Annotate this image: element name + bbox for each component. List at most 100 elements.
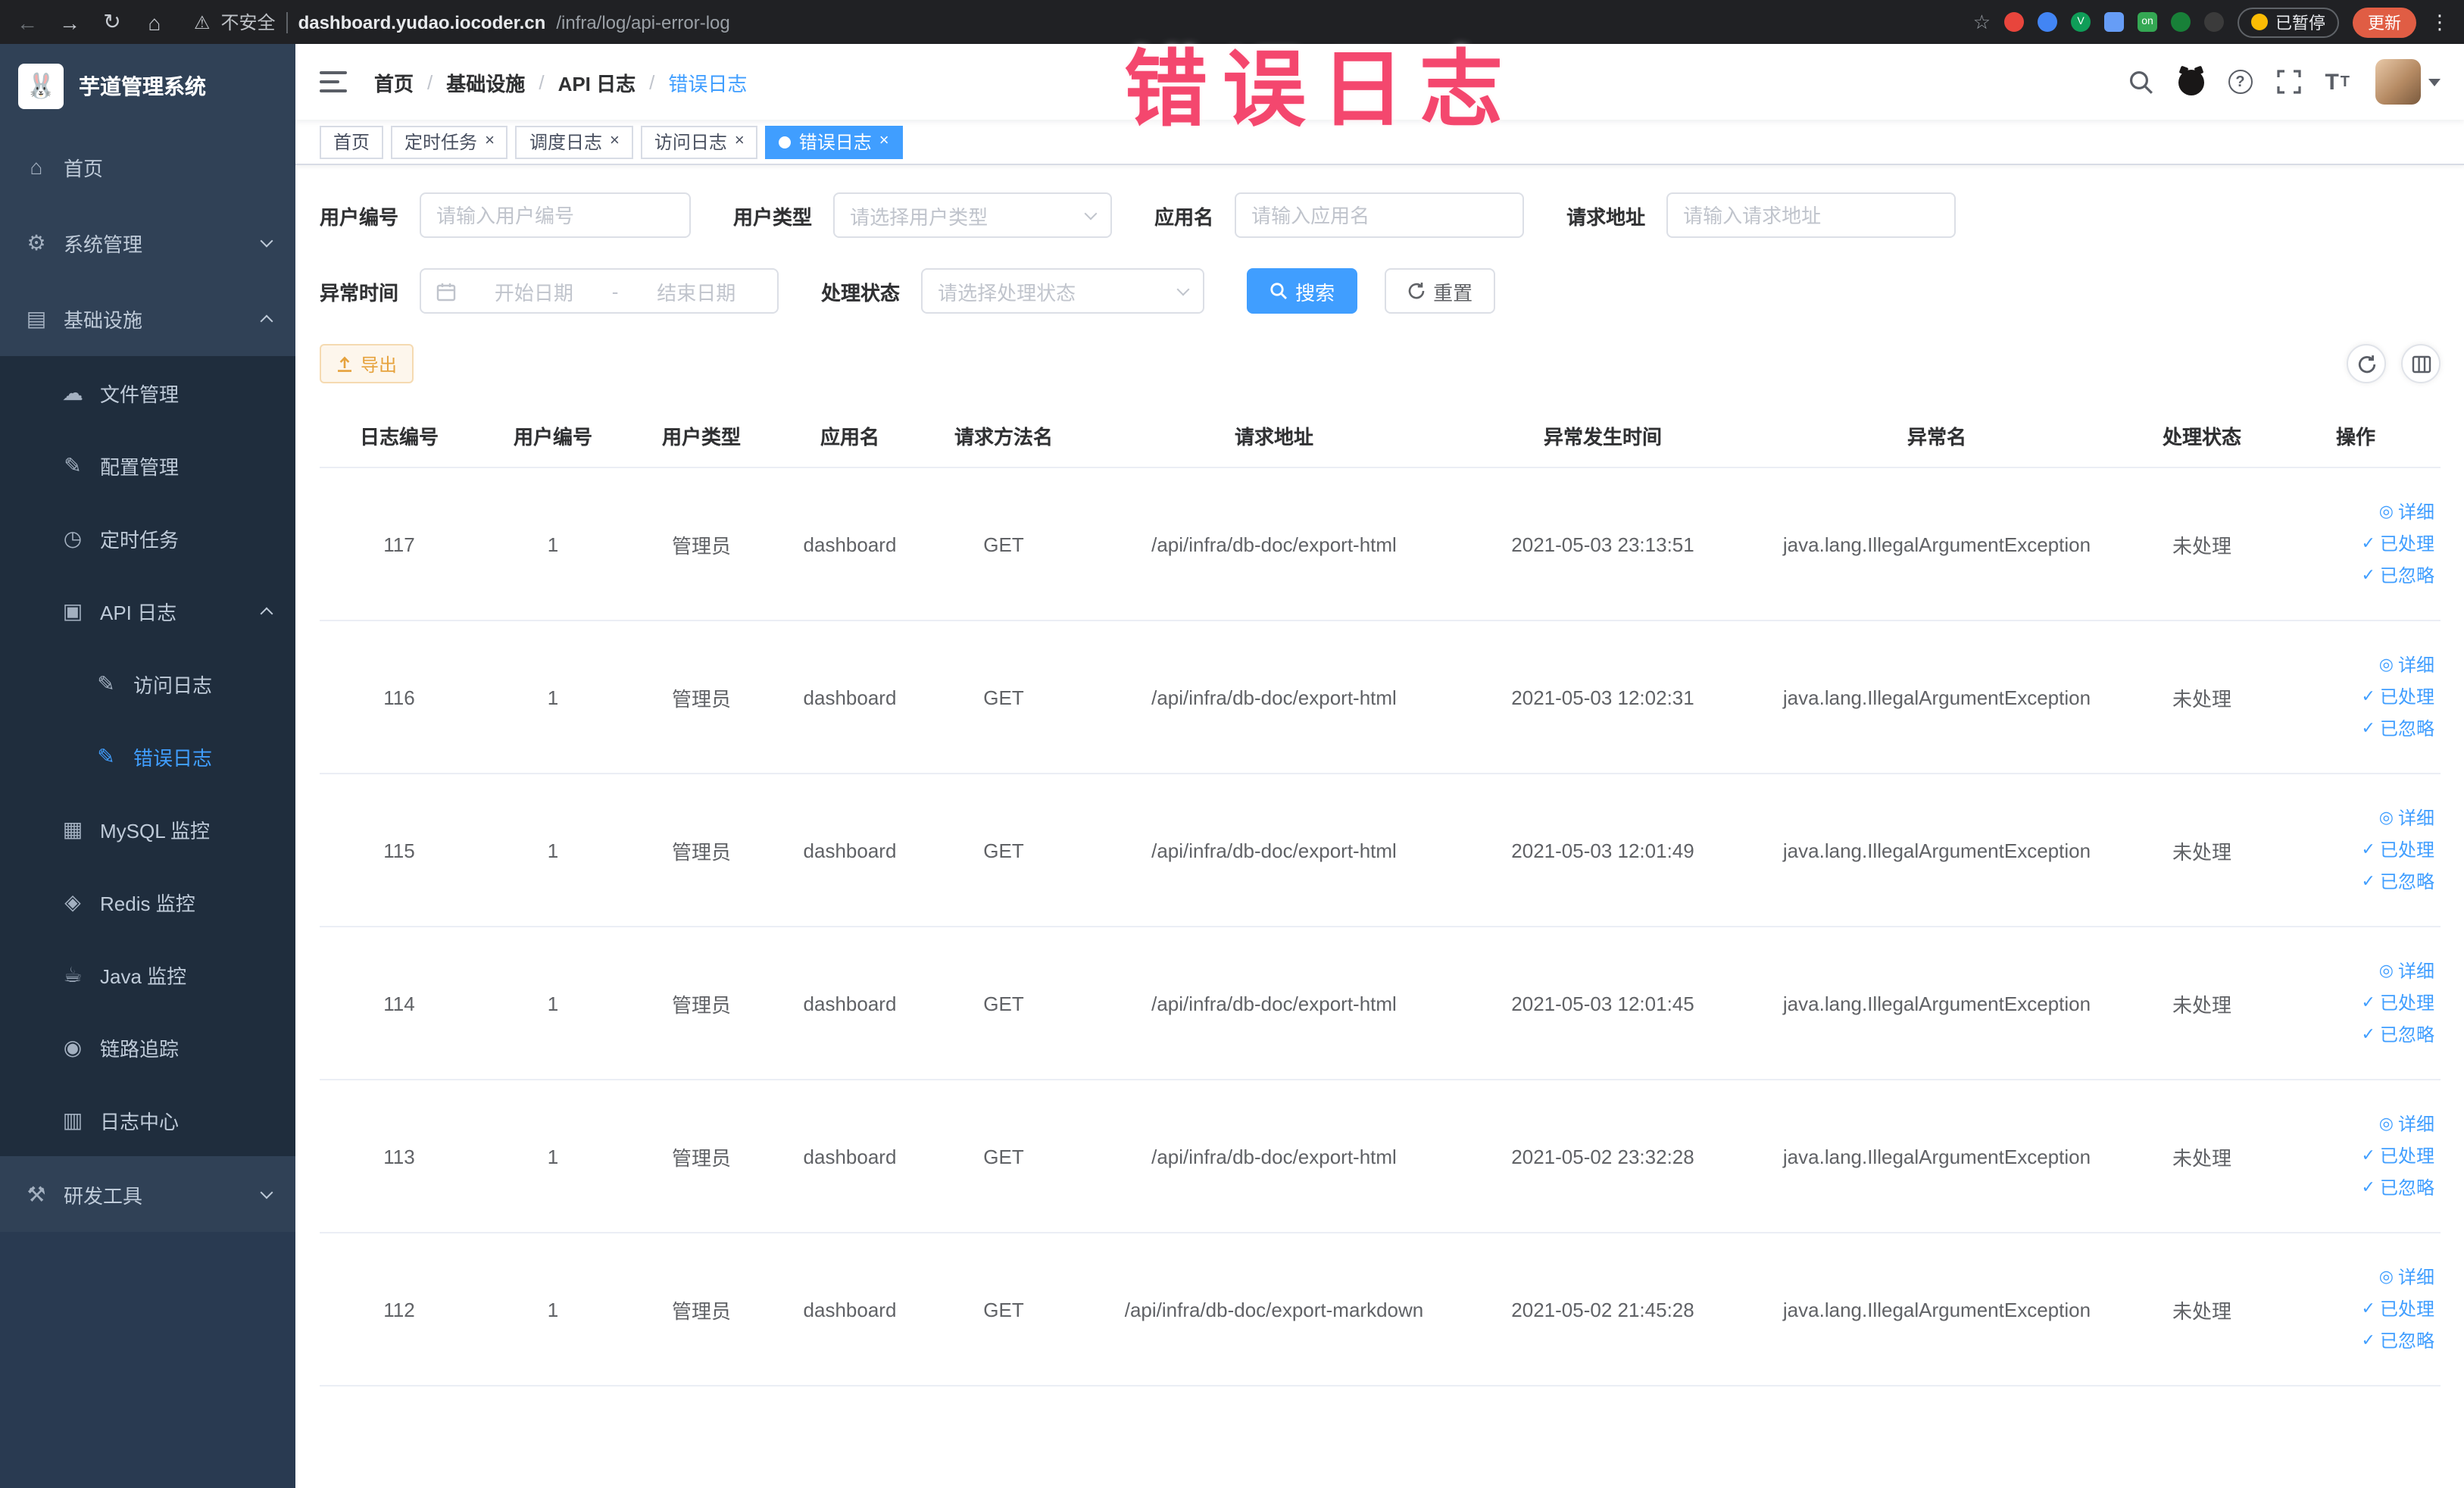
- processed-link[interactable]: ✓ 已处理: [2277, 1140, 2434, 1172]
- bookmark-star-icon[interactable]: ☆: [1973, 10, 1991, 34]
- tab-home[interactable]: 首页: [320, 125, 384, 158]
- processed-link[interactable]: ✓ 已处理: [2277, 1293, 2434, 1325]
- ignored-link[interactable]: ✓ 已忽略: [2277, 560, 2434, 592]
- processed-link[interactable]: ✓ 已处理: [2277, 987, 2434, 1019]
- detail-link[interactable]: ◎ 详细: [2277, 955, 2434, 987]
- close-icon[interactable]: ×: [485, 133, 495, 150]
- address-bar[interactable]: ⚠ 不安全 dashboard.yudao.iocoder.cn/infra/l…: [194, 9, 730, 35]
- reset-button[interactable]: 重置: [1385, 268, 1496, 314]
- breadcrumb-api-log[interactable]: API 日志: [558, 67, 636, 96]
- sidebar-item-infra[interactable]: ▤ 基础设施: [0, 280, 295, 356]
- ignored-link[interactable]: ✓ 已忽略: [2277, 713, 2434, 745]
- close-icon[interactable]: ×: [879, 133, 889, 150]
- processed-link[interactable]: ✓ 已处理: [2277, 528, 2434, 560]
- help-icon[interactable]: ?: [2228, 70, 2253, 94]
- app-name-input[interactable]: [1235, 192, 1525, 238]
- tab-schedule-log[interactable]: 调度日志 ×: [515, 125, 633, 158]
- extension-icon-2[interactable]: [2038, 12, 2057, 32]
- sidebar-item-error-log[interactable]: ✎ 错误日志: [0, 720, 295, 792]
- update-button[interactable]: 更新: [2353, 7, 2416, 37]
- paused-button[interactable]: 已暂停: [2238, 7, 2339, 37]
- extension-icon-4[interactable]: [2104, 12, 2124, 32]
- detail-link[interactable]: ◎ 详细: [2277, 1108, 2434, 1140]
- extension-icon-3[interactable]: V: [2071, 12, 2091, 32]
- reload-icon[interactable]: ↻: [100, 9, 124, 35]
- url-path[interactable]: /infra/log/api-error-log: [556, 11, 729, 33]
- hamburger-icon[interactable]: [320, 71, 347, 92]
- sidebar-item-trace[interactable]: ◉ 链路追踪: [0, 1011, 295, 1083]
- extension-icon-1[interactable]: [2004, 12, 2024, 32]
- eye-icon: ◎: [2378, 961, 2394, 980]
- url-host[interactable]: dashboard.yudao.iocoder.cn: [298, 11, 546, 33]
- refresh-table-button[interactable]: [2347, 344, 2386, 383]
- cell-actions: ◎ 详细 ✓ 已处理 ✓ 已忽略: [2271, 1080, 2441, 1233]
- detail-link[interactable]: ◎ 详细: [2277, 649, 2434, 681]
- font-size-icon[interactable]: TT: [2325, 69, 2351, 95]
- fullscreen-icon[interactable]: [2276, 70, 2301, 94]
- tab-scheduled-jobs[interactable]: 定时任务 ×: [391, 125, 508, 158]
- sidebar-item-dev-tools[interactable]: ⚒ 研发工具: [0, 1156, 295, 1232]
- app-logo[interactable]: 🐰 芋道管理系统: [0, 44, 295, 129]
- request-url-input[interactable]: [1666, 192, 1957, 238]
- cell-time: 2021-05-03 23:13:51: [1465, 467, 1741, 621]
- warning-icon: ⚠: [194, 11, 211, 33]
- sidebar-item-home[interactable]: ⌂ 首页: [0, 129, 295, 205]
- cell-user-id: 1: [479, 1233, 627, 1386]
- cell-method: GET: [924, 1233, 1083, 1386]
- processed-link[interactable]: ✓ 已处理: [2277, 681, 2434, 713]
- detail-link[interactable]: ◎ 详细: [2277, 802, 2434, 834]
- cell-url: /api/infra/db-doc/export-html: [1083, 467, 1465, 621]
- detail-link[interactable]: ◎ 详细: [2277, 1261, 2434, 1293]
- forward-icon[interactable]: →: [58, 10, 82, 34]
- browser-menu-icon[interactable]: ⋮: [2430, 10, 2450, 34]
- sidebar-item-api-log[interactable]: ▣ API 日志: [0, 574, 295, 647]
- sidebar-item-java-monitor[interactable]: ☕ Java 监控: [0, 938, 295, 1011]
- sidebar-item-file-manage[interactable]: ☁ 文件管理: [0, 356, 295, 429]
- home-browser-icon[interactable]: ⌂: [142, 10, 167, 34]
- check-icon: ✓: [2361, 1299, 2375, 1318]
- search-icon[interactable]: [2128, 69, 2153, 95]
- sidebar-filler: [0, 1232, 295, 1488]
- security-label[interactable]: 不安全: [221, 9, 276, 35]
- ignored-link[interactable]: ✓ 已忽略: [2277, 1172, 2434, 1204]
- tab-access-log[interactable]: 访问日志 ×: [640, 125, 758, 158]
- date-range-picker[interactable]: 开始日期 - 结束日期: [420, 268, 779, 314]
- sidebar-item-mysql-monitor[interactable]: ▦ MySQL 监控: [0, 792, 295, 865]
- processed-link[interactable]: ✓ 已处理: [2277, 834, 2434, 866]
- sidebar-item-access-log[interactable]: ✎ 访问日志: [0, 647, 295, 720]
- breadcrumb-home[interactable]: 首页: [374, 67, 414, 96]
- sidebar-item-config-manage[interactable]: ✎ 配置管理: [0, 429, 295, 502]
- user-type-label: 用户类型: [733, 205, 813, 228]
- breadcrumb-infra[interactable]: 基础设施: [446, 67, 525, 96]
- process-status-select[interactable]: 请选择处理状态: [921, 268, 1205, 314]
- sidebar-item-system[interactable]: ⚙ 系统管理: [0, 205, 295, 280]
- export-button[interactable]: 导出: [320, 344, 414, 383]
- detail-link[interactable]: ◎ 详细: [2277, 496, 2434, 528]
- extension-icon-6[interactable]: [2171, 12, 2191, 32]
- github-icon[interactable]: [2178, 69, 2204, 95]
- cell-status: 未处理: [2133, 1080, 2271, 1233]
- cell-time: 2021-05-03 12:01:45: [1465, 927, 1741, 1080]
- user-menu[interactable]: [2375, 59, 2441, 105]
- close-icon[interactable]: ×: [735, 133, 745, 150]
- sidebar-item-scheduled-jobs[interactable]: ◷ 定时任务: [0, 502, 295, 574]
- start-date-placeholder: 开始日期: [494, 281, 573, 304]
- ignored-link[interactable]: ✓ 已忽略: [2277, 1019, 2434, 1051]
- sidebar-item-log-center[interactable]: ▥ 日志中心: [0, 1083, 295, 1156]
- column-settings-button[interactable]: [2401, 344, 2441, 383]
- sidebar-item-redis-monitor[interactable]: ◈ Redis 监控: [0, 865, 295, 938]
- user-id-input[interactable]: [420, 192, 692, 238]
- tab-error-log[interactable]: 错误日志 ×: [765, 125, 903, 158]
- cell-user-id: 1: [479, 467, 627, 621]
- extension-badge[interactable]: on: [2138, 12, 2157, 32]
- extension-icon-7[interactable]: [2204, 12, 2224, 32]
- ignored-link[interactable]: ✓ 已忽略: [2277, 1325, 2434, 1357]
- ignored-link[interactable]: ✓ 已忽略: [2277, 866, 2434, 898]
- tab-label: 访问日志: [654, 132, 727, 153]
- chevron-up-icon: [260, 606, 273, 620]
- back-icon[interactable]: ←: [15, 10, 39, 34]
- user-type-select[interactable]: 请选择用户类型: [833, 192, 1113, 238]
- search-button[interactable]: 搜索: [1247, 268, 1358, 314]
- close-icon[interactable]: ×: [610, 133, 620, 150]
- check-icon: ✓: [2361, 534, 2375, 552]
